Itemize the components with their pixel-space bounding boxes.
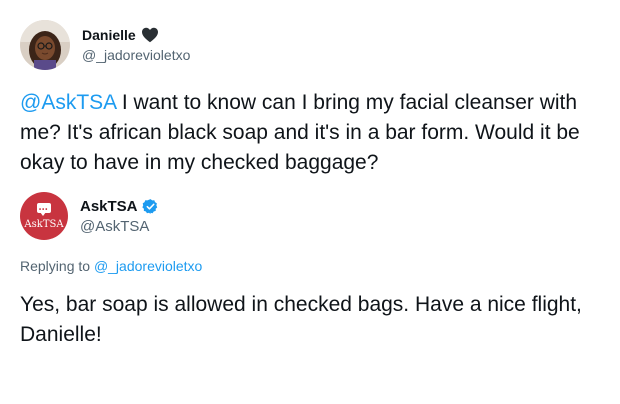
user-info: Danielle @_jadorevioletxo bbox=[82, 26, 190, 64]
display-name-row[interactable]: AskTSA bbox=[80, 197, 159, 216]
replying-to-line: Replying to @_jadorevioletxo bbox=[20, 257, 202, 275]
tweet-thread: Danielle @_jadorevioletxo @AskTSA I want… bbox=[0, 0, 620, 404]
display-name[interactable]: Danielle bbox=[82, 26, 136, 44]
user-handle[interactable]: @_jadorevioletxo bbox=[82, 46, 190, 64]
reply-author-header: ••• AskTSA AskTSA @AskTSA bbox=[20, 192, 159, 240]
avatar-photo bbox=[20, 20, 70, 70]
verified-badge-icon bbox=[141, 198, 157, 214]
avatar[interactable] bbox=[20, 20, 70, 70]
replying-to-prefix: Replying to bbox=[20, 258, 94, 274]
display-name[interactable]: AskTSA bbox=[80, 197, 138, 216]
black-heart-icon bbox=[141, 27, 158, 43]
user-handle[interactable]: @AskTSA bbox=[80, 217, 159, 236]
mention-link[interactable]: @AskTSA bbox=[20, 91, 116, 114]
avatar[interactable]: ••• AskTSA bbox=[20, 192, 68, 240]
tweet-text: @AskTSA I want to know can I bring my fa… bbox=[20, 88, 610, 178]
tweet-author-header: Danielle @_jadorevioletxo bbox=[20, 20, 190, 70]
avatar-label: AskTSA bbox=[24, 219, 64, 230]
user-info: AskTSA @AskTSA bbox=[80, 197, 159, 236]
display-name-row[interactable]: Danielle bbox=[82, 26, 190, 44]
reply-text: Yes, bar soap is allowed in checked bags… bbox=[20, 293, 582, 346]
replying-to-handle-link[interactable]: @_jadorevioletxo bbox=[94, 258, 202, 274]
